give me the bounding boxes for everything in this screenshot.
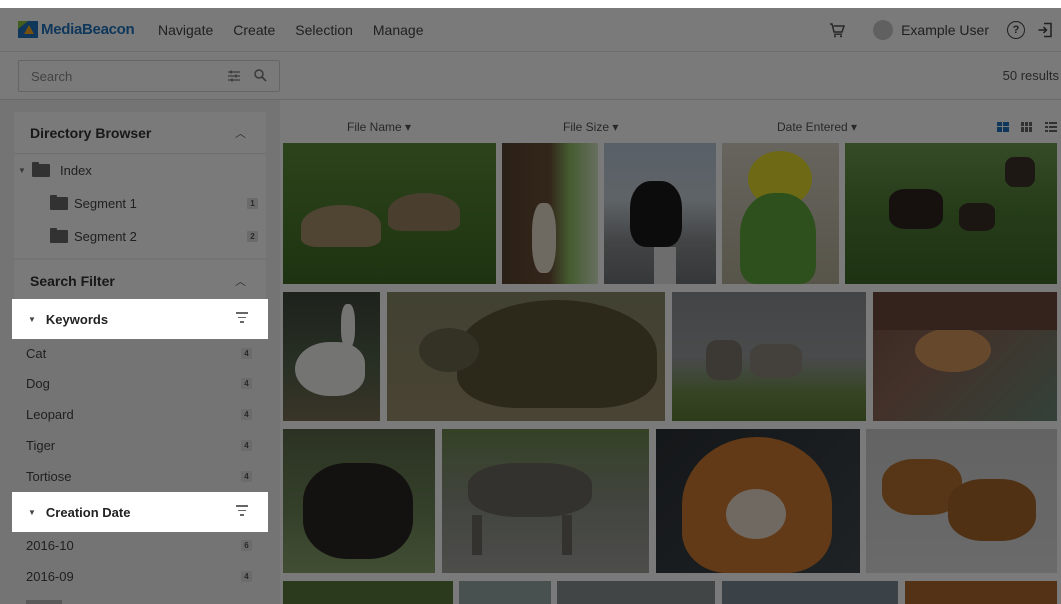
directory-browser-title: Directory Browser xyxy=(30,124,152,141)
keyword-item-cat[interactable]: Cat 4 xyxy=(14,338,266,369)
keyword-item-tiger[interactable]: Tiger 4 xyxy=(14,430,266,461)
date-item-2016-10[interactable]: 2016-10 6 xyxy=(14,530,266,561)
keyword-label: Leopard xyxy=(26,407,74,422)
sort-date-entered[interactable]: Date Entered ▾ xyxy=(777,120,857,134)
logout-icon[interactable] xyxy=(1037,22,1053,38)
search-filter-title: Search Filter xyxy=(30,272,115,289)
filter-lines-icon[interactable] xyxy=(236,505,248,519)
count-badge: 1 xyxy=(247,198,258,209)
keyword-label: Dog xyxy=(26,376,50,391)
search-box xyxy=(18,60,280,92)
thumbnail-moose[interactable] xyxy=(845,143,1057,284)
folder-icon xyxy=(32,162,50,177)
tree-label: Index xyxy=(60,163,92,178)
directory-browser-header[interactable]: Directory Browser ︿ xyxy=(14,112,266,154)
nav-create[interactable]: Create xyxy=(233,22,275,38)
tree-item-segment-1[interactable]: Segment 1 1 xyxy=(14,187,266,220)
thumbnail-tiger-closeup[interactable] xyxy=(656,429,860,573)
count-badge: 6 xyxy=(241,540,252,551)
help-icon[interactable]: ? xyxy=(1007,21,1025,39)
thumbnail-squirrel[interactable] xyxy=(502,143,598,284)
search-icon[interactable] xyxy=(253,68,267,82)
thumbnail-large-tortoise[interactable] xyxy=(387,292,665,421)
date-item-2016-09[interactable]: 2016-09 4 xyxy=(14,561,266,592)
nav-navigate[interactable]: Navigate xyxy=(158,22,213,38)
thumbnail-tortoises[interactable] xyxy=(283,143,496,284)
thumbnail-row4-5[interactable] xyxy=(905,581,1057,604)
count-badge: 4 xyxy=(241,471,252,482)
top-edge xyxy=(0,0,1061,8)
thumbnail-row4-3[interactable] xyxy=(557,581,715,604)
caret-down-icon[interactable]: ▼ xyxy=(18,166,26,175)
list-view-icon[interactable] xyxy=(1045,122,1057,132)
top-right-controls: Example User ? xyxy=(829,8,1053,52)
keyword-item-leopard[interactable]: Leopard 4 xyxy=(14,399,266,430)
view-switcher xyxy=(985,122,1057,132)
keyword-label: Tiger xyxy=(26,438,56,453)
filter-sliders-icon[interactable] xyxy=(227,69,241,83)
thumbnail-dog-blanket[interactable] xyxy=(873,292,1057,421)
main-nav: Navigate Create Selection Manage xyxy=(158,22,443,38)
thumbnail-black-cat[interactable] xyxy=(604,143,716,284)
keywords-filter-header[interactable]: ▼ Keywords xyxy=(12,299,268,339)
keyword-label: Cat xyxy=(26,346,47,361)
tree-item-index[interactable]: ▼ Index xyxy=(14,154,266,187)
keyword-item-dog[interactable]: Dog 4 xyxy=(14,368,266,399)
thumbnail-yak[interactable] xyxy=(283,429,435,573)
user-name[interactable]: Example User xyxy=(901,22,989,38)
nav-selection[interactable]: Selection xyxy=(295,22,353,38)
thumbnail-goose[interactable] xyxy=(283,292,380,421)
count-badge: 4 xyxy=(241,348,252,359)
brand-name: MediaBeacon xyxy=(41,21,135,38)
tree-item-segment-2[interactable]: Segment 2 2 xyxy=(14,220,266,253)
thumbnail-budgie[interactable] xyxy=(722,143,839,284)
caret-down-icon[interactable]: ▼ xyxy=(28,508,36,517)
directory-browser-card: Directory Browser ︿ ▼ Index Segment 1 1 … xyxy=(14,112,266,258)
grid-view-icon[interactable] xyxy=(1021,122,1033,132)
masonry-view-icon[interactable] xyxy=(997,122,1009,132)
date-label: 2016-09 xyxy=(26,569,74,584)
tree-label: Segment 2 xyxy=(74,229,137,244)
caret-down-icon[interactable]: ▼ xyxy=(28,315,36,324)
sort-file-name[interactable]: File Name ▾ xyxy=(347,120,411,134)
count-badge: 4 xyxy=(241,409,252,420)
thumbnail-tabby-cat[interactable] xyxy=(442,429,649,573)
folder-icon xyxy=(50,228,68,243)
filter-lines-icon[interactable] xyxy=(236,312,248,326)
cart-icon[interactable] xyxy=(829,22,846,38)
thumbnail-wolves[interactable] xyxy=(672,292,866,421)
creation-date-label: Creation Date xyxy=(45,504,131,520)
tree-label: Segment 1 xyxy=(74,196,137,211)
search-input[interactable] xyxy=(31,68,211,84)
brand-logo[interactable]: MediaBeacon xyxy=(18,21,146,38)
thumbnail-tigers-snow[interactable] xyxy=(866,429,1057,573)
keywords-label: Keywords xyxy=(45,311,109,327)
avatar[interactable] xyxy=(873,20,894,40)
creation-date-filter-header[interactable]: ▼ Creation Date xyxy=(12,492,268,532)
nav-manage[interactable]: Manage xyxy=(373,22,424,38)
logo-mark-icon xyxy=(18,21,38,38)
thumbnail-row4-4[interactable] xyxy=(722,581,898,604)
top-bar: MediaBeacon Navigate Create Selection Ma… xyxy=(0,8,1061,52)
date-label: 2016-10 xyxy=(26,538,74,553)
chevron-up-icon[interactable]: ︿ xyxy=(235,125,246,141)
chevron-up-icon[interactable]: ︿ xyxy=(235,273,246,289)
keyword-label: Tortiose xyxy=(26,469,72,484)
results-count: 50 results xyxy=(1002,68,1059,83)
count-badge: 4 xyxy=(241,440,252,451)
count-badge: 2 xyxy=(247,231,258,242)
cut-off-text xyxy=(26,600,62,604)
keyword-item-tortiose[interactable]: Tortiose 4 xyxy=(14,461,266,492)
sort-file-size[interactable]: File Size ▾ xyxy=(563,120,618,134)
thumbnail-row4-2[interactable] xyxy=(459,581,551,604)
count-badge: 4 xyxy=(241,378,252,389)
count-badge: 4 xyxy=(241,571,252,582)
search-bar-row: 50 results xyxy=(0,52,1061,100)
thumbnail-row4-1[interactable] xyxy=(283,581,453,604)
date-item-cut-off[interactable] xyxy=(14,592,266,604)
folder-icon xyxy=(50,195,68,210)
search-filter-header[interactable]: Search Filter ︿ xyxy=(14,260,266,302)
